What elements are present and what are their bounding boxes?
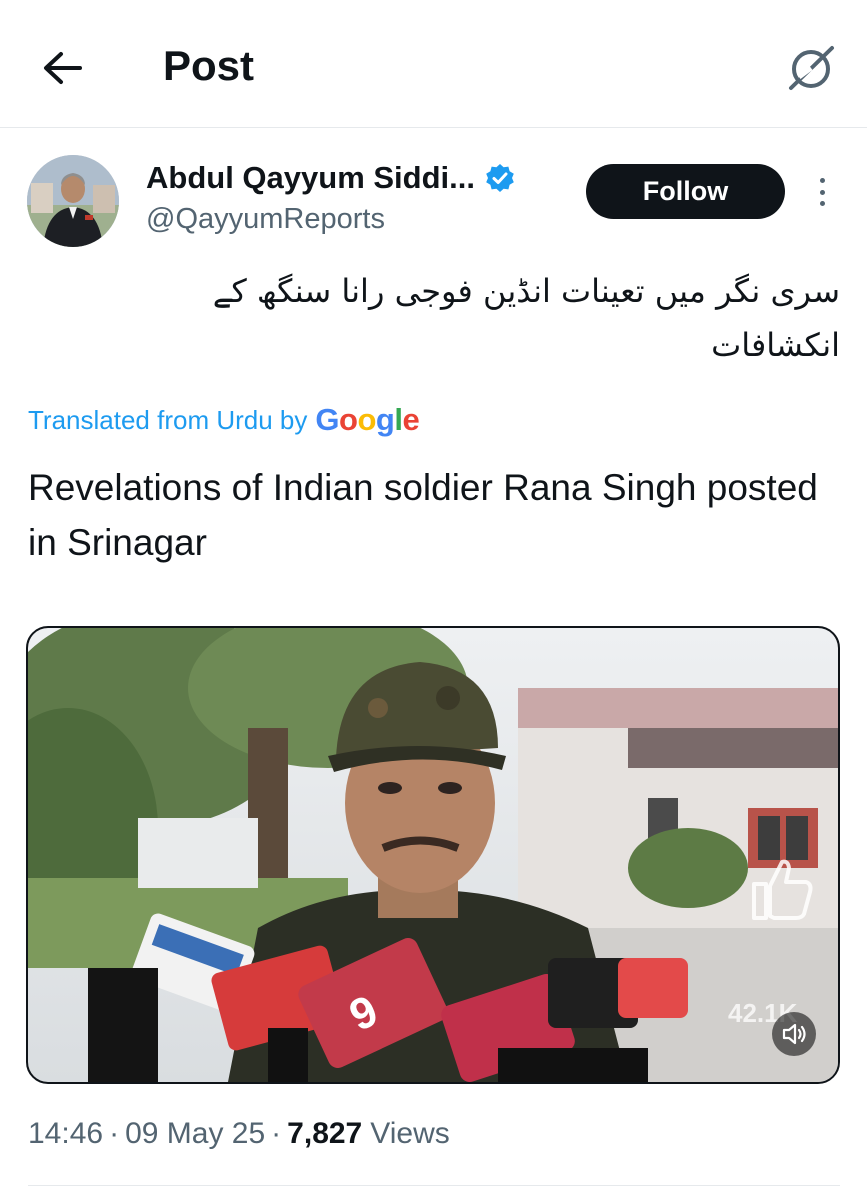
mute-button[interactable] [772, 1012, 816, 1056]
views-count: 7,827 [287, 1117, 363, 1150]
arrow-left-icon [44, 52, 82, 84]
post-text-urdu: سری نگر میں تعینات انڈین فوجی رانا سنگھ … [212, 272, 840, 364]
author-display-name[interactable]: Abdul Qayyum Siddi... [146, 160, 475, 196]
views-label: Views [370, 1117, 450, 1150]
avatar[interactable] [27, 155, 119, 247]
post-date[interactable]: 09 May 25 [125, 1117, 265, 1151]
speaker-icon [782, 1023, 806, 1045]
post-meta: 14:46 · 09 May 25 · 7,827 Views [28, 1117, 450, 1151]
grok-button[interactable] [782, 40, 840, 96]
video-frame: 9 [28, 628, 838, 1082]
divider [28, 1185, 840, 1186]
page-title: Post [163, 42, 255, 89]
more-dot-icon [819, 178, 825, 183]
verified-badge-icon [486, 164, 514, 192]
post-text-translation: Revelations of Indian soldier Rana Singh… [28, 467, 818, 563]
follow-button[interactable]: Follow [586, 164, 785, 219]
author-handle[interactable]: @QayyumReports [146, 203, 385, 236]
author-name-row: Abdul Qayyum Siddi... [146, 160, 515, 196]
post-time[interactable]: 14:46 [28, 1117, 103, 1151]
post-video[interactable]: 9 42.1K [26, 626, 840, 1084]
translated-from-label: Translated from Urdu by [28, 404, 308, 435]
avatar-image [27, 155, 119, 247]
separator-dot: · [109, 1117, 120, 1150]
translation-attribution[interactable]: Translated from Urdu by Google [28, 402, 420, 438]
separator-dot: · [271, 1117, 282, 1150]
thumbs-up-icon [752, 859, 813, 920]
back-button[interactable] [36, 44, 88, 92]
more-dot-icon [819, 201, 825, 206]
google-logo: Google [315, 402, 420, 437]
grok-icon [789, 46, 834, 90]
more-options-button[interactable] [808, 174, 836, 210]
more-dot-icon [819, 189, 825, 195]
top-bar: Post [0, 0, 867, 128]
